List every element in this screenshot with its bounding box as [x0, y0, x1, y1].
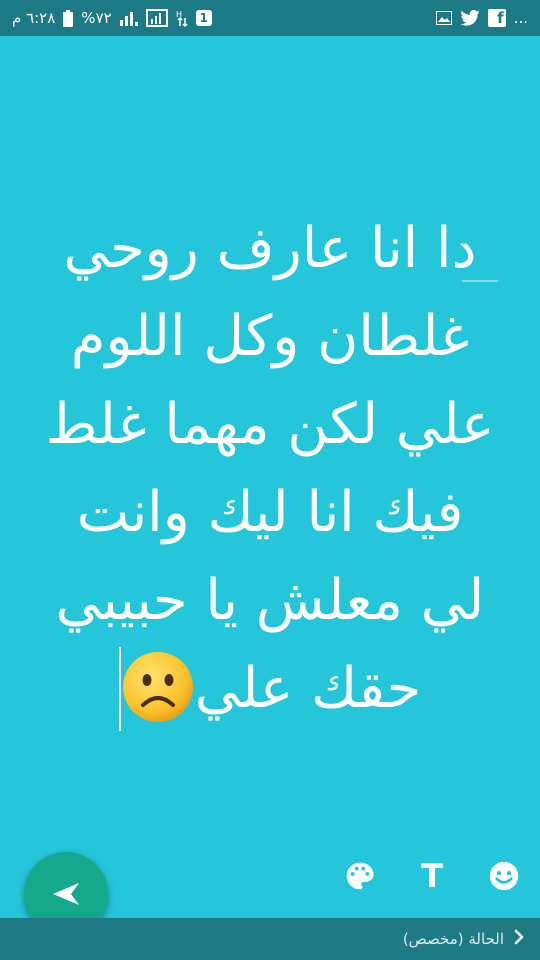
battery-percent: %٧٢ [81, 9, 112, 27]
facebook-icon: f [487, 9, 506, 27]
text-line: علي لكن مهما غلط [45, 392, 495, 457]
signal-box-icon [145, 9, 168, 27]
status-bar-left: ٦:٢٨ م %٧٢ H 1 [12, 0, 212, 36]
chevron-right-icon [514, 929, 524, 949]
palette-icon[interactable] [340, 856, 380, 896]
status-bar-right: f ... [435, 0, 528, 36]
gallery-icon [435, 11, 452, 25]
text-style-button[interactable]: T [412, 856, 452, 896]
status-overflow: ... [513, 9, 528, 27]
status-privacy-link[interactable]: الحالة (مخصص) [403, 918, 524, 960]
bottom-bar: الحالة (مخصص) [0, 918, 540, 960]
status-time: ٦:٢٨ م [12, 9, 56, 27]
status-caption-text: الحالة (مخصص) [402, 930, 504, 948]
svg-text:H: H [176, 10, 182, 19]
sim-icon: 1 [195, 10, 212, 26]
send-arrow-icon [53, 883, 79, 905]
text-line: لي معلش يا حبيبي [55, 568, 485, 633]
data-arrows-icon: H [176, 9, 188, 27]
text-line-last-words: حقك علي [194, 656, 422, 721]
signal-icon [119, 10, 138, 26]
text-line: غلطان وكل اللوم [70, 304, 470, 369]
status-bar: ٦:٢٨ م %٧٢ H 1 f ... [0, 0, 540, 36]
smiley-icon[interactable] [484, 856, 524, 896]
twitter-icon [460, 10, 480, 26]
status-text-editor[interactable]: دا انا عارف روحي غلطان وكل اللوم علي لكن… [20, 205, 520, 737]
text-line-last: حقك علي [20, 645, 520, 737]
text-line: فيك انا ليك وانت [76, 480, 464, 545]
battery-icon [63, 9, 74, 27]
text-line: دا انا عارف روحي [63, 216, 477, 281]
frowning-face-icon [121, 650, 195, 724]
